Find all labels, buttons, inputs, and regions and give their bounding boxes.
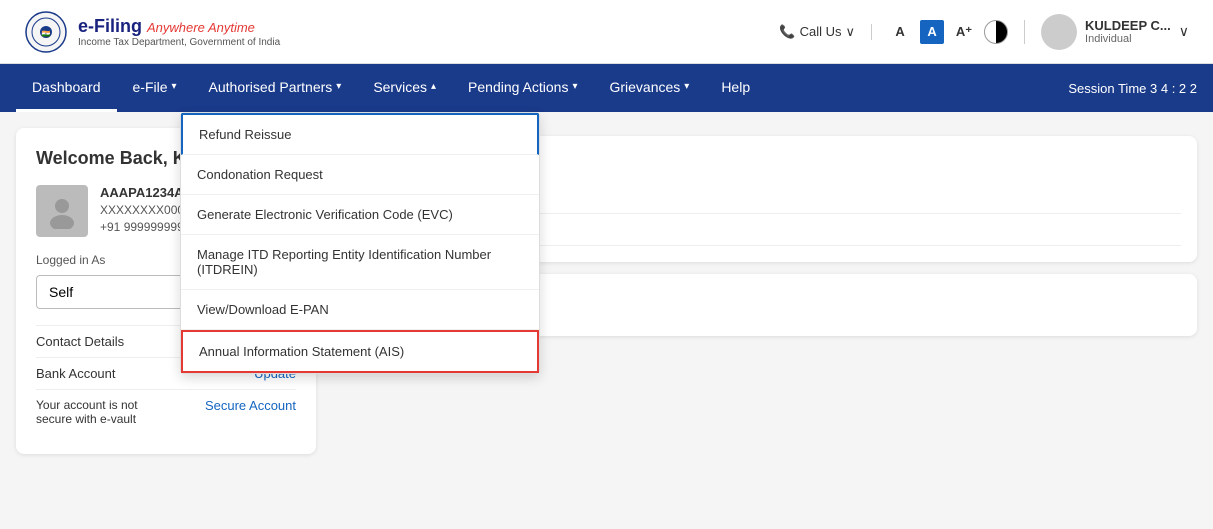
profile-phone: +91 9999999999 xyxy=(100,220,191,234)
user-info: KULDEEP C... Individual xyxy=(1085,18,1171,45)
nav-item-services[interactable]: Services ▴ xyxy=(357,64,452,112)
authorised-arrow-icon: ▾ xyxy=(336,81,341,92)
secure-account-link[interactable]: Secure Account xyxy=(205,398,296,413)
nav-item-grievances[interactable]: Grievances ▾ xyxy=(593,64,705,112)
services-dropdown: Refund Reissue Condonation Request Gener… xyxy=(180,112,540,374)
pending-arrow-icon: ▾ xyxy=(572,81,577,92)
account-warning-line2: secure with e-vault xyxy=(36,412,138,426)
itdrein-label: Manage ITD Reporting Entity Identificati… xyxy=(197,247,491,277)
contact-details-label: Contact Details xyxy=(36,334,124,349)
logo-title: e-Filing Anywhere Anytime xyxy=(78,16,280,37)
phone-icon: 📞 xyxy=(779,24,795,40)
account-warning-text: Your account is not secure with e-vault xyxy=(36,398,138,426)
nav-label-pending-actions: Pending Actions xyxy=(468,79,568,95)
logo-area: 🇮🇳 e-Filing Anywhere Anytime Income Tax … xyxy=(24,10,280,54)
dropdown-item-refund-reissue[interactable]: Refund Reissue xyxy=(181,113,539,155)
font-normal-button[interactable]: A xyxy=(920,20,944,44)
nav-item-pending-actions[interactable]: Pending Actions ▾ xyxy=(452,64,593,112)
call-us-label: Call Us xyxy=(800,24,842,39)
nav-bar: Dashboard e-File ▾ Authorised Partners ▾… xyxy=(0,64,1213,112)
profile-pan: AAAPA1234A xyxy=(100,185,191,200)
self-label: Self xyxy=(49,284,73,300)
call-us-button[interactable]: 📞 Call Us ∨ xyxy=(779,24,872,40)
ais-label: Annual Information Statement (AIS) xyxy=(199,344,404,359)
dropdown-item-ais[interactable]: Annual Information Statement (AIS) xyxy=(181,330,539,373)
nav-label-efile: e-File xyxy=(133,79,168,95)
profile-info: AAAPA1234A XXXXXXXX0000 +91 9999999999 xyxy=(100,185,191,234)
font-small-button[interactable]: A xyxy=(888,20,912,44)
user-dropdown-arrow[interactable]: ∨ xyxy=(1179,23,1189,40)
account-security-row: Your account is not secure with e-vault … xyxy=(36,389,296,434)
grievances-arrow-icon: ▾ xyxy=(684,81,689,92)
nav-item-efile[interactable]: e-File ▾ xyxy=(117,64,193,112)
user-area: KULDEEP C... Individual ∨ xyxy=(1041,14,1189,50)
profile-avatar xyxy=(36,185,88,237)
nav-label-grievances: Grievances xyxy=(609,79,680,95)
top-bar: 🇮🇳 e-Filing Anywhere Anytime Income Tax … xyxy=(0,0,1213,64)
font-large-button[interactable]: A⁺ xyxy=(952,20,976,44)
refund-reissue-label: Refund Reissue xyxy=(199,127,292,142)
profile-id: XXXXXXXX0000 xyxy=(100,203,191,217)
bank-account-label: Bank Account xyxy=(36,366,116,381)
top-controls: 📞 Call Us ∨ A A A⁺ KULDEEP C... Individu… xyxy=(779,14,1189,50)
svg-text:🇮🇳: 🇮🇳 xyxy=(42,30,51,38)
font-controls: A A A⁺ xyxy=(888,20,1025,44)
nav-item-help[interactable]: Help xyxy=(705,64,766,112)
user-type: Individual xyxy=(1085,33,1171,45)
efile-arrow-icon: ▾ xyxy=(172,81,177,92)
dropdown-item-epan[interactable]: View/Download E-PAN xyxy=(181,290,539,330)
dropdown-item-condonation[interactable]: Condonation Request xyxy=(181,155,539,195)
evc-label: Generate Electronic Verification Code (E… xyxy=(197,207,453,222)
nav-item-dashboard[interactable]: Dashboard xyxy=(16,64,117,112)
person-icon xyxy=(44,193,80,229)
user-name: KULDEEP C... xyxy=(1085,18,1171,33)
nav-label-dashboard: Dashboard xyxy=(32,79,101,95)
nav-label-help: Help xyxy=(721,79,750,95)
contrast-button[interactable] xyxy=(984,20,1008,44)
epan-label: View/Download E-PAN xyxy=(197,302,329,317)
dropdown-item-itdrein[interactable]: Manage ITD Reporting Entity Identificati… xyxy=(181,235,539,290)
user-avatar xyxy=(1041,14,1077,50)
logo-text: e-Filing Anywhere Anytime Income Tax Dep… xyxy=(78,16,280,48)
services-arrow-icon: ▴ xyxy=(431,81,436,92)
session-label: Session Time xyxy=(1068,81,1146,96)
condonation-label: Condonation Request xyxy=(197,167,323,182)
main-content: Welcome Back, Kuldeep C AAAPA1234A XXXXX… xyxy=(0,112,1213,470)
nav-item-authorised-partners[interactable]: Authorised Partners ▾ xyxy=(193,64,358,112)
session-time: Session Time 3 4 : 2 2 xyxy=(1068,81,1197,96)
session-time-value: 3 4 : 2 2 xyxy=(1150,81,1197,96)
nav-label-services: Services xyxy=(373,79,427,95)
call-us-arrow: ∨ xyxy=(846,24,856,40)
logo-subtitle: Income Tax Department, Government of Ind… xyxy=(78,37,280,48)
nav-label-authorised-partners: Authorised Partners xyxy=(209,79,333,95)
dropdown-item-evc[interactable]: Generate Electronic Verification Code (E… xyxy=(181,195,539,235)
account-warning-line1: Your account is not xyxy=(36,398,138,412)
logo-tagline: Anywhere Anytime xyxy=(147,20,255,35)
emblem-icon: 🇮🇳 xyxy=(24,10,68,54)
